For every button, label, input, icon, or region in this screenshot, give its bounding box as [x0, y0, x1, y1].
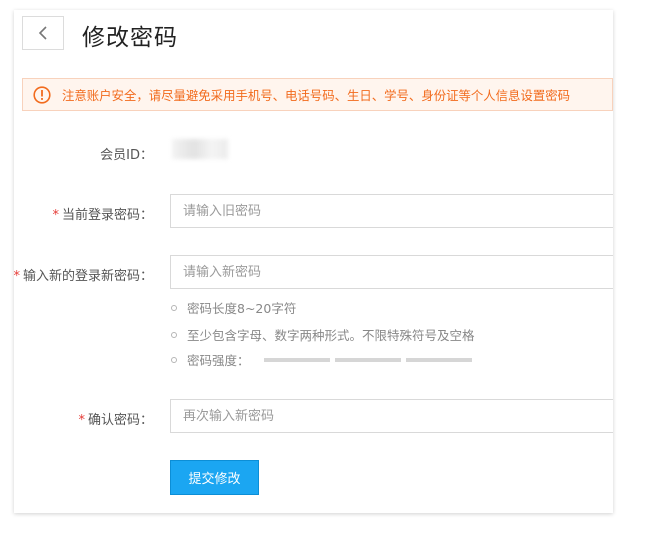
chevron-left-icon — [38, 26, 47, 40]
password-rule-length-text: 密码长度8~20字符 — [187, 301, 297, 316]
back-button[interactable] — [22, 16, 64, 50]
member-id-value — [172, 139, 228, 159]
confirm-password-input[interactable] — [170, 399, 613, 433]
required-mark: * — [13, 269, 20, 284]
password-strength-label: 密码强度： — [187, 353, 250, 368]
new-password-input[interactable] — [170, 255, 613, 289]
current-password-input[interactable] — [170, 194, 613, 228]
required-mark: * — [52, 208, 59, 223]
strength-bar-weak — [263, 357, 330, 362]
password-rule-length: 密码长度8~20字符 — [171, 298, 296, 317]
new-password-label: * 输入新的登录新密码： — [13, 265, 153, 284]
submit-button[interactable]: 提交修改 — [170, 460, 259, 495]
confirm-password-label-text: 确认密码： — [87, 413, 153, 428]
bullet-icon — [171, 356, 177, 363]
required-mark: * — [78, 413, 85, 428]
strength-bar-medium — [334, 357, 401, 362]
strength-bar-strong — [405, 357, 472, 362]
page-title: 修改密码 — [82, 25, 178, 51]
password-rule-composition: 至少包含字母、数字两种形式。不限特殊符号及空格 — [171, 325, 475, 344]
warning-circle-icon — [33, 85, 51, 104]
security-notice-text: 注意账户安全，请尽量避免采用手机号、电话号码、生日、学号、身份证等个人信息设置密… — [62, 87, 571, 103]
bullet-icon — [171, 331, 177, 338]
current-password-label-text: 当前登录密码： — [61, 208, 153, 223]
bullet-icon — [171, 304, 177, 311]
password-strength: 密码强度： — [171, 350, 472, 369]
current-password-label: * 当前登录密码： — [52, 204, 153, 223]
change-password-card: 修改密码 注意账户安全，请尽量避免采用手机号、电话号码、生日、学号、身份证等个人… — [13, 10, 613, 513]
confirm-password-label: * 确认密码： — [78, 409, 153, 428]
member-id-label: 会员ID： — [100, 144, 153, 163]
new-password-label-text: 输入新的登录新密码： — [22, 269, 153, 284]
security-notice: 注意账户安全，请尽量避免采用手机号、电话号码、生日、学号、身份证等个人信息设置密… — [22, 78, 613, 111]
password-rule-composition-text: 至少包含字母、数字两种形式。不限特殊符号及空格 — [187, 328, 475, 343]
member-id-label-text: 会员ID： — [100, 148, 153, 163]
